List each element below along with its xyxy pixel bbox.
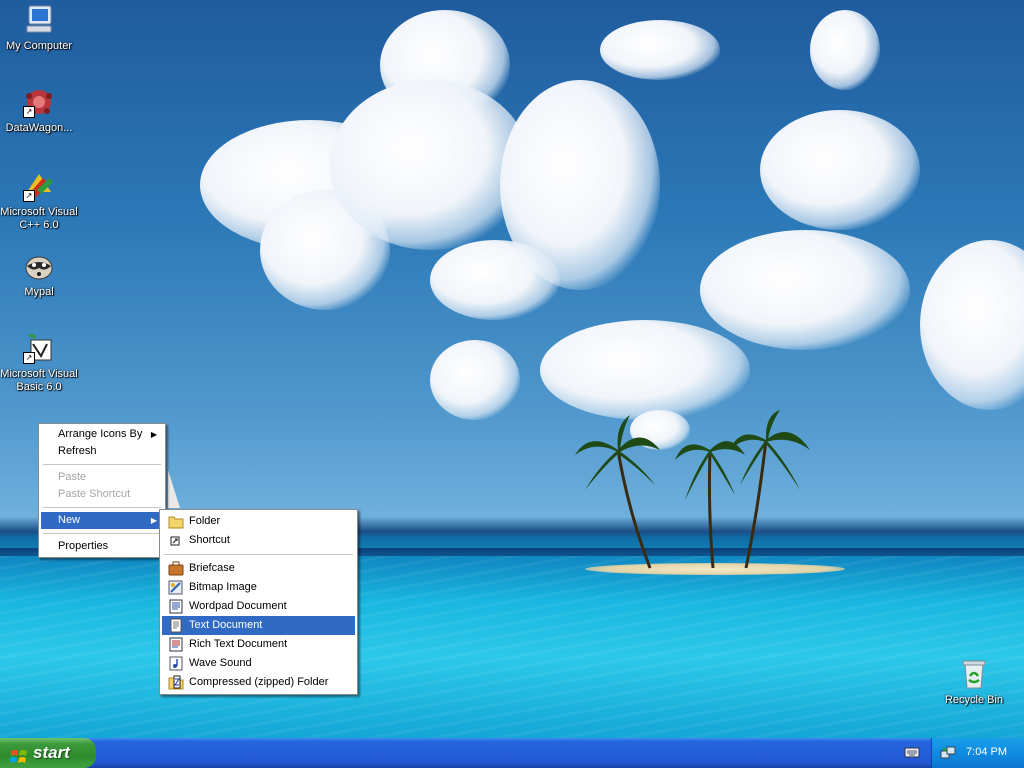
taskbar: start 7:04 PM [0, 738, 1024, 768]
desktop-icon-mypal[interactable]: Mypal [0, 250, 78, 299]
menu-item-wordpad-document[interactable]: Wordpad Document [162, 597, 355, 616]
menu-item-wave-sound[interactable]: Wave Sound [162, 654, 355, 673]
menu-item-label: Arrange Icons By [58, 428, 143, 440]
desktop-icon-recycle-bin[interactable]: Recycle Bin [935, 658, 1013, 707]
menu-item-refresh[interactable]: Refresh [41, 443, 163, 460]
new-submenu: Folder Shortcut Briefcase Bitmap Image W… [159, 509, 358, 695]
network-icon[interactable] [940, 745, 956, 764]
bitmap-image-icon [168, 580, 184, 595]
desktop-icon-label: Microsoft Visual C++ 6.0 [0, 206, 78, 231]
sea [0, 556, 1024, 738]
cloud [600, 20, 720, 80]
menu-item-paste[interactable]: Paste [41, 469, 163, 486]
folder-icon [168, 514, 184, 529]
my-computer-icon [23, 4, 55, 36]
menu-item-bitmap-image[interactable]: Bitmap Image [162, 578, 355, 597]
desktop[interactable]: My Computer ↗ DataWagon... ↗ Microsoft V… [0, 0, 1024, 738]
wordpad-document-icon [168, 599, 184, 614]
shortcut-arrow-icon: ↗ [23, 352, 35, 364]
wave-sound-icon [168, 656, 184, 671]
menu-separator [164, 554, 353, 555]
mypal-icon [23, 250, 55, 282]
menu-item-label: Refresh [58, 445, 97, 457]
briefcase-icon [168, 561, 184, 576]
start-button[interactable]: start [0, 738, 96, 768]
shortcut-arrow-icon: ↗ [23, 106, 35, 118]
menu-item-label: Briefcase [189, 562, 235, 574]
rich-text-document-icon [168, 637, 184, 652]
menu-item-folder[interactable]: Folder [162, 512, 355, 531]
menu-item-label: New [58, 514, 81, 526]
menu-item-shortcut[interactable]: Shortcut [162, 531, 355, 550]
windows-logo-icon [10, 745, 28, 763]
menu-item-label: Compressed (zipped) Folder [189, 676, 329, 688]
recycle-bin-icon [958, 658, 990, 690]
menu-item-label: Wordpad Document [189, 600, 287, 612]
keyboard-icon[interactable] [904, 745, 920, 759]
menu-item-label: Paste [58, 471, 87, 483]
clock[interactable]: 7:04 PM [966, 746, 1007, 758]
menu-item-arrange-icons-by[interactable]: Arrange Icons By ▶ [41, 426, 163, 443]
menu-separator [43, 507, 161, 508]
menu-separator [43, 464, 161, 465]
cloud [540, 320, 750, 420]
menu-item-text-document[interactable]: Text Document [162, 616, 355, 635]
system-tray: 7:04 PM [931, 738, 1024, 768]
desktop-context-menu: Arrange Icons By ▶ Refresh Paste Paste S… [38, 423, 166, 558]
menu-item-new[interactable]: New ▶ [41, 512, 163, 529]
menu-item-paste-shortcut[interactable]: Paste Shortcut [41, 486, 163, 503]
desktop-icon-visual-cpp[interactable]: ↗ Microsoft Visual C++ 6.0 [0, 170, 78, 232]
desktop-icon-datawagon[interactable]: ↗ DataWagon... [0, 86, 78, 135]
shortcut-arrow-icon: ↗ [23, 190, 35, 202]
cloud [430, 340, 520, 420]
menu-item-label: Shortcut [189, 534, 230, 546]
desktop-icon-label: Microsoft Visual Basic 6.0 [0, 368, 78, 393]
menu-item-label: Properties [58, 540, 109, 552]
visual-cpp-icon: ↗ [23, 170, 55, 202]
menu-item-properties[interactable]: Properties [41, 538, 163, 555]
menu-item-briefcase[interactable]: Briefcase [162, 559, 355, 578]
menu-item-label: Wave Sound [189, 657, 252, 669]
cloud [700, 230, 910, 350]
datawagon-icon: ↗ [23, 86, 55, 118]
cloud [920, 240, 1024, 410]
menu-item-rich-text-document[interactable]: Rich Text Document [162, 635, 355, 654]
cloud [810, 10, 880, 90]
menu-separator [43, 533, 161, 534]
desktop-icon-label: Mypal [24, 286, 54, 298]
menu-item-label: Bitmap Image [189, 581, 257, 593]
submenu-arrow-icon: ▶ [150, 516, 157, 525]
visual-basic-icon: ↗ [23, 332, 55, 364]
desktop-icon-label: DataWagon... [5, 122, 73, 134]
menu-item-label: Rich Text Document [189, 638, 288, 650]
cloud [430, 240, 560, 320]
menu-item-compressed-folder[interactable]: Compressed (zipped) Folder [162, 673, 355, 692]
shortcut-icon [168, 533, 184, 548]
desktop-icon-visual-basic[interactable]: ↗ Microsoft Visual Basic 6.0 [0, 332, 78, 394]
desktop-icon-label: My Computer [5, 40, 73, 52]
cloud [330, 80, 530, 250]
text-document-icon [168, 618, 184, 633]
desktop-icon-my-computer[interactable]: My Computer [0, 4, 78, 53]
menu-item-label: Folder [189, 515, 221, 527]
sailboat [168, 470, 180, 508]
start-label: start [33, 743, 70, 762]
desktop-icon-label: Recycle Bin [944, 694, 1004, 706]
palm-trees [575, 410, 810, 569]
cloud [760, 110, 920, 230]
menu-item-label: Text Document [189, 619, 263, 631]
zipped-folder-icon [168, 675, 184, 690]
submenu-arrow-icon: ▶ [150, 430, 157, 439]
menu-item-label: Paste Shortcut [58, 488, 131, 500]
